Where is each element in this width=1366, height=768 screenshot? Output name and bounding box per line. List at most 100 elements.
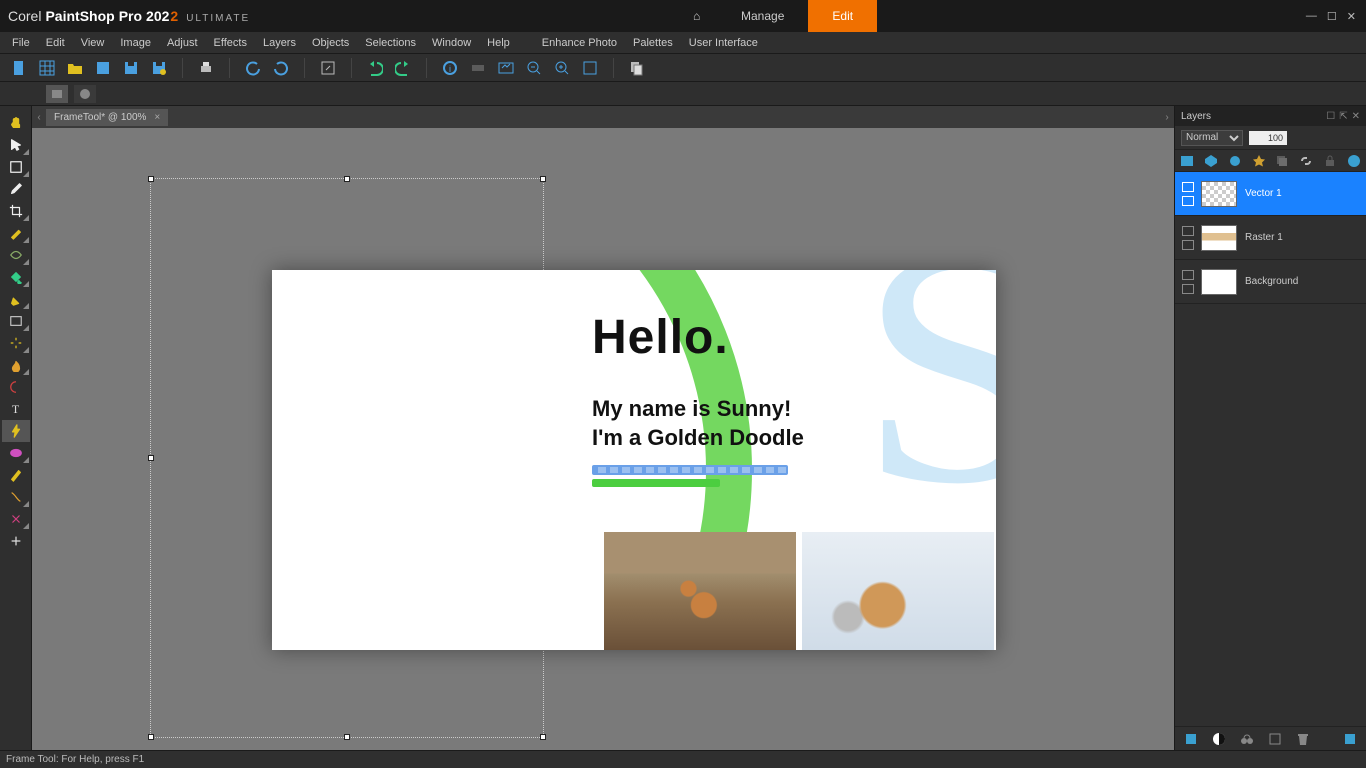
- lighten-tool[interactable]: [2, 332, 30, 354]
- footer-group-icon[interactable]: [1239, 731, 1255, 747]
- ruler-button[interactable]: [469, 59, 487, 77]
- new-file-button[interactable]: [10, 59, 28, 77]
- zoom-out-button[interactable]: [525, 59, 543, 77]
- menu-palettes[interactable]: Palettes: [627, 35, 679, 51]
- open-file-button[interactable]: [66, 59, 84, 77]
- footer-mask-icon[interactable]: [1211, 731, 1227, 747]
- layer-row[interactable]: Vector 1: [1175, 172, 1366, 216]
- menu-effects[interactable]: Effects: [208, 35, 253, 51]
- layer-visibility[interactable]: [1179, 270, 1197, 294]
- document-tab[interactable]: FrameTool* @ 100% ×: [46, 109, 168, 126]
- smudge-tool[interactable]: [2, 354, 30, 376]
- lock-layer-icon[interactable]: [1322, 153, 1338, 169]
- menu-image[interactable]: Image: [114, 35, 157, 51]
- panel-pin-icon[interactable]: ⇱: [1339, 111, 1347, 122]
- canvas-viewport[interactable]: S Hello. My name is Sunny! I'm a Golden …: [32, 128, 1174, 750]
- print-button[interactable]: [197, 59, 215, 77]
- brand-psp: PaintShop: [45, 8, 114, 24]
- color-tool[interactable]: [2, 376, 30, 398]
- flood-fill-tool[interactable]: [2, 266, 30, 288]
- gradient-tool[interactable]: [2, 310, 30, 332]
- add-tool[interactable]: [2, 530, 30, 552]
- document-page[interactable]: S Hello. My name is Sunny! I'm a Golden …: [272, 270, 996, 650]
- menu-user-interface[interactable]: User Interface: [683, 35, 764, 51]
- tab-scroll-left[interactable]: ‹: [32, 112, 46, 123]
- layer-visibility[interactable]: [1179, 182, 1197, 206]
- close-button[interactable]: ✕: [1347, 10, 1356, 23]
- rotate-left-button[interactable]: [244, 59, 262, 77]
- eye-tool[interactable]: [2, 244, 30, 266]
- warp-tool[interactable]: [2, 486, 30, 508]
- undo-button[interactable]: [366, 59, 384, 77]
- document-tab-close[interactable]: ×: [154, 112, 160, 123]
- minimize-button[interactable]: —: [1306, 10, 1317, 23]
- frame-tool[interactable]: [2, 420, 30, 442]
- layer-thumbnail: [1201, 181, 1237, 207]
- menu-window[interactable]: Window: [426, 35, 477, 51]
- frame-shape-rect[interactable]: [46, 85, 68, 103]
- saveas-button[interactable]: [150, 59, 168, 77]
- maximize-button[interactable]: ☐: [1327, 10, 1337, 23]
- info-button[interactable]: i: [441, 59, 459, 77]
- rotate-right-button[interactable]: [272, 59, 290, 77]
- menu-adjust[interactable]: Adjust: [161, 35, 204, 51]
- duplicate-layer-icon[interactable]: [1274, 153, 1290, 169]
- panel-maximize-icon[interactable]: ☐: [1326, 111, 1335, 122]
- selection-tool[interactable]: [2, 156, 30, 178]
- zoom-actual-button[interactable]: [581, 59, 599, 77]
- pan-tool[interactable]: [2, 112, 30, 134]
- footer-merge-icon[interactable]: [1267, 731, 1283, 747]
- menu-edit[interactable]: Edit: [40, 35, 71, 51]
- layers-panel-header[interactable]: Layers ☐ ⇱ ✕: [1175, 106, 1366, 126]
- footer-delete-icon[interactable]: [1295, 731, 1311, 747]
- menu-objects[interactable]: Objects: [306, 35, 355, 51]
- text-tool[interactable]: T: [2, 398, 30, 420]
- recent-button[interactable]: [94, 59, 112, 77]
- sub-text: My name is Sunny! I'm a Golden Doodle: [592, 395, 804, 452]
- footer-expand-icon[interactable]: [1342, 731, 1358, 747]
- copy-button[interactable]: [628, 59, 646, 77]
- decor-blue-bar: [592, 465, 788, 475]
- layer-style-icon[interactable]: [1251, 153, 1267, 169]
- dropper-tool[interactable]: [2, 178, 30, 200]
- blend-mode-select[interactable]: Normal: [1181, 130, 1243, 146]
- menu-enhance-photo[interactable]: Enhance Photo: [536, 35, 623, 51]
- layer-thumbnail: [1201, 225, 1237, 251]
- shape-tool[interactable]: [2, 442, 30, 464]
- resize-button[interactable]: [319, 59, 337, 77]
- new-adjust-icon[interactable]: [1227, 153, 1243, 169]
- brand-corel: Corel: [8, 8, 41, 24]
- menu-view[interactable]: View: [75, 35, 111, 51]
- tab-manage[interactable]: Manage: [717, 0, 808, 32]
- zoom-in-button[interactable]: [553, 59, 571, 77]
- panel-close-icon[interactable]: ✕: [1352, 111, 1360, 122]
- layer-row[interactable]: Raster 1: [1175, 216, 1366, 260]
- fit-button[interactable]: [497, 59, 515, 77]
- menu-layers[interactable]: Layers: [257, 35, 302, 51]
- layer-visibility[interactable]: [1179, 226, 1197, 250]
- opacity-field[interactable]: 100: [1249, 131, 1287, 145]
- new-layer-icon[interactable]: [1179, 153, 1195, 169]
- pick-tool[interactable]: [2, 134, 30, 156]
- menu-file[interactable]: File: [6, 35, 36, 51]
- pen-tool[interactable]: [2, 288, 30, 310]
- menu-selections[interactable]: Selections: [359, 35, 422, 51]
- grid-button[interactable]: [38, 59, 56, 77]
- replace-tool[interactable]: [2, 508, 30, 530]
- footer-newlayer-icon[interactable]: [1183, 731, 1199, 747]
- menu-help[interactable]: Help: [481, 35, 516, 51]
- paintbrush-tool[interactable]: [2, 222, 30, 244]
- frame-shape-ellipse[interactable]: [74, 85, 96, 103]
- tab-home[interactable]: ⌂: [669, 0, 717, 32]
- link-layer-icon[interactable]: [1298, 153, 1314, 169]
- tab-edit[interactable]: Edit: [808, 0, 877, 32]
- crop-tool[interactable]: [2, 200, 30, 222]
- layer-row[interactable]: Background: [1175, 260, 1366, 304]
- tab-scroll-right[interactable]: ›: [1160, 112, 1174, 123]
- art-tool[interactable]: [2, 464, 30, 486]
- new-mask-icon[interactable]: [1203, 153, 1219, 169]
- redo-button[interactable]: [394, 59, 412, 77]
- save-button[interactable]: [122, 59, 140, 77]
- layer-name: Raster 1: [1241, 232, 1362, 243]
- world-icon[interactable]: [1346, 153, 1362, 169]
